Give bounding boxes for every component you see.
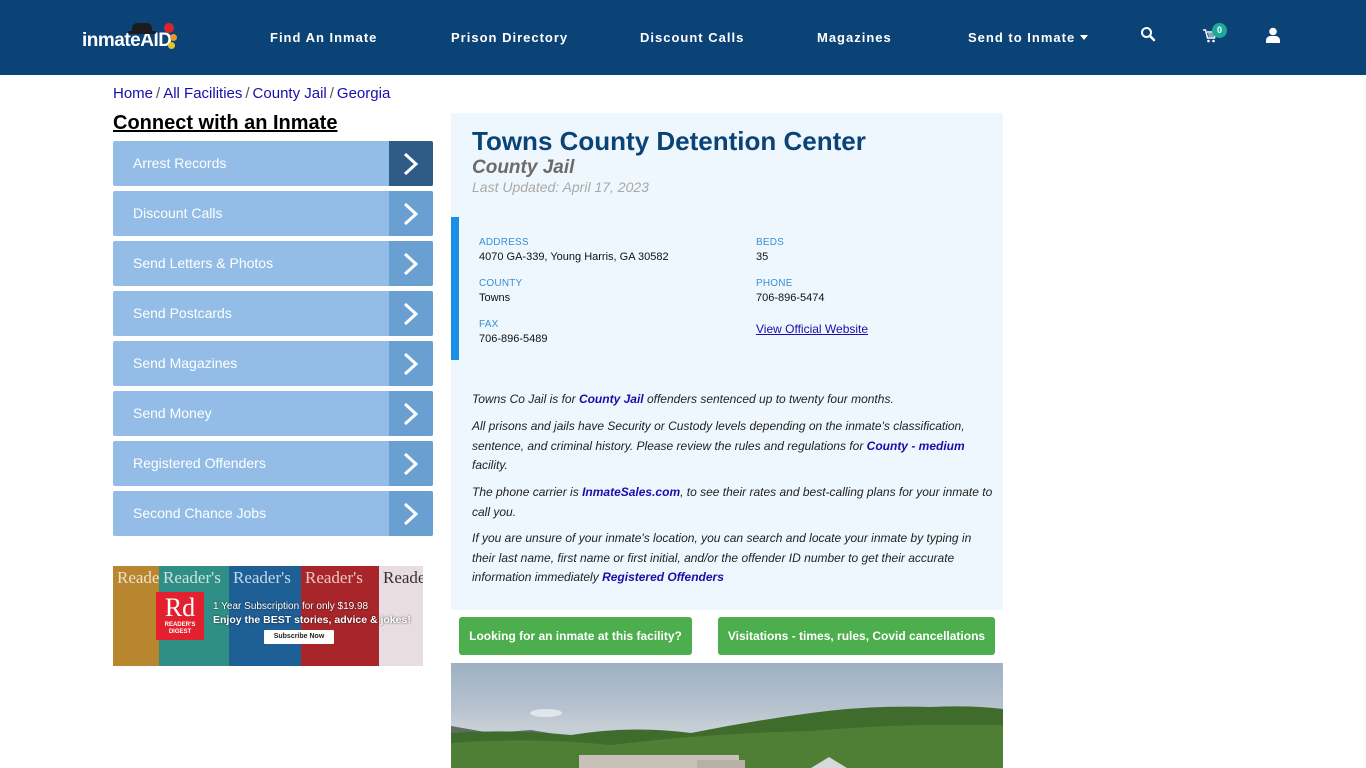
readers-digest-logo: Rd READER'S DIGEST <box>156 592 204 640</box>
desc-text: offenders sentenced up to twenty four mo… <box>643 392 894 406</box>
description-paragraph: Towns Co Jail is for County Jail offende… <box>472 390 997 410</box>
find-inmate-at-facility-button[interactable]: Looking for an inmate at this facility? <box>459 617 692 655</box>
nav-label: Prison Directory <box>451 30 569 45</box>
sidebar-item-label: Arrest Records <box>133 155 227 171</box>
breadcrumb-home[interactable]: Home <box>113 85 153 102</box>
nav-find-an-inmate[interactable]: Find An Inmate <box>270 30 377 45</box>
beds-value: 35 <box>756 251 769 263</box>
photo-landscape <box>451 706 1003 768</box>
autumn-leaf-icon <box>164 23 174 33</box>
chevron-right-icon <box>389 191 433 236</box>
inmatesales-link[interactable]: InmateSales.com <box>582 485 680 499</box>
logo-text: inmateAID <box>82 30 172 51</box>
sidebar-item-registered-offenders[interactable]: Registered Offenders <box>113 441 433 486</box>
county-value: Towns <box>479 292 511 304</box>
magazine-cover-image: Reader's <box>113 566 175 666</box>
nav-magazines[interactable]: Magazines <box>817 30 892 45</box>
sidebar-item-discount-calls[interactable]: Discount Calls <box>113 191 433 236</box>
description-paragraph: The phone carrier is InmateSales.com, to… <box>472 483 997 522</box>
nav-send-to-inmate[interactable]: Send to Inmate <box>968 30 1089 45</box>
breadcrumb-separator: / <box>245 85 250 102</box>
desc-text: The phone carrier is <box>472 485 583 499</box>
cover-title: Reader's <box>383 568 423 587</box>
address-value: 4070 GA-339, Young Harris, GA 30582 <box>479 251 669 263</box>
sidebar-item-label: Send Money <box>133 405 212 421</box>
description-paragraph: If you are unsure of your inmate's locat… <box>472 529 997 588</box>
county-medium-link[interactable]: County - medium <box>867 439 965 453</box>
chevron-right-icon <box>389 241 433 286</box>
desc-text: facility. <box>472 458 508 472</box>
beds-label: BEDS <box>756 237 785 248</box>
cart-count-badge: 0 <box>1212 23 1227 38</box>
facility-photo <box>451 663 1003 768</box>
ad-tagline: Enjoy the BEST stories, advice & jokes! <box>213 614 411 626</box>
desc-text: Towns Co Jail is for <box>472 392 579 406</box>
breadcrumb-separator: / <box>156 85 161 102</box>
search-icon[interactable] <box>1140 26 1160 46</box>
last-updated: Last Updated: April 17, 2023 <box>472 179 649 195</box>
chevron-right-icon <box>389 341 433 386</box>
sidebar-item-send-magazines[interactable]: Send Magazines <box>113 341 433 386</box>
sidebar-item-label: Send Postcards <box>133 305 232 321</box>
official-website-link[interactable]: View Official Website <box>756 322 868 336</box>
breadcrumb-all-facilities[interactable]: All Facilities <box>163 85 242 102</box>
pilgrim-hat-icon <box>128 23 156 34</box>
chevron-right-icon <box>389 391 433 436</box>
nav-label: Send to Inmate <box>968 30 1076 45</box>
sidebar-item-label: Send Letters & Photos <box>133 255 274 271</box>
cover-title: Reader's <box>233 568 291 587</box>
phone-label: PHONE <box>756 278 793 289</box>
cover-title: Reader's <box>305 568 363 587</box>
info-accent-bar <box>451 217 459 360</box>
chevron-right-icon <box>389 491 433 536</box>
facility-title: Towns County Detention Center <box>472 126 866 156</box>
address-label: ADDRESS <box>479 237 529 248</box>
subscribe-now-button[interactable]: Subscribe Now <box>264 630 334 644</box>
sidebar-item-arrest-records[interactable]: Arrest Records <box>113 141 433 186</box>
sidebar-heading: Connect with an Inmate <box>113 112 338 134</box>
rd-logo-subtext: READER'S DIGEST <box>164 622 196 635</box>
sidebar-item-second-chance-jobs[interactable]: Second Chance Jobs <box>113 491 433 536</box>
chevron-right-icon <box>389 141 433 186</box>
registered-offenders-link[interactable]: Registered Offenders <box>602 570 724 584</box>
facility-type: County Jail <box>472 157 575 178</box>
county-label: COUNTY <box>479 278 523 289</box>
top-navbar: inmateAID Find An Inmate Prison Director… <box>0 0 1366 75</box>
sidebar-item-send-letters-photos[interactable]: Send Letters & Photos <box>113 241 433 286</box>
description-paragraph: All prisons and jails have Security or C… <box>472 417 997 476</box>
chevron-right-icon <box>389 291 433 336</box>
autumn-leaf-icon <box>170 34 177 41</box>
breadcrumb-georgia[interactable]: Georgia <box>337 85 390 102</box>
cover-title: Reader's <box>163 568 221 587</box>
sidebar-item-label: Registered Offenders <box>133 455 266 471</box>
autumn-leaf-icon <box>168 42 175 49</box>
user-icon[interactable] <box>1266 27 1286 47</box>
nav-label: Find An Inmate <box>270 30 378 45</box>
chevron-right-icon <box>389 441 433 486</box>
breadcrumb-separator: / <box>329 85 334 102</box>
sidebar-item-label: Send Magazines <box>133 355 238 371</box>
breadcrumb: Home / All Facilities / County Jail / Georgia <box>113 85 390 102</box>
county-jail-link[interactable]: County Jail <box>579 392 644 406</box>
sidebar-item-send-money[interactable]: Send Money <box>113 391 433 436</box>
nav-discount-calls[interactable]: Discount Calls <box>640 30 744 45</box>
nav-prison-directory[interactable]: Prison Directory <box>451 30 568 45</box>
fax-label: FAX <box>479 319 499 330</box>
sidebar-item-label: Second Chance Jobs <box>133 505 267 521</box>
ad-offer-text: 1 Year Subscription for only $19.98 <box>213 601 369 612</box>
readers-digest-ad-banner[interactable]: Reader's Reader's Reader's Reader's Read… <box>113 566 423 666</box>
sidebar-item-label: Discount Calls <box>133 205 223 221</box>
inmateaid-logo[interactable]: inmateAID <box>82 20 182 54</box>
fax-value: 706-896-5489 <box>479 333 548 345</box>
nav-label: Magazines <box>817 30 892 45</box>
breadcrumb-county-jail[interactable]: County Jail <box>253 85 327 102</box>
caret-down-icon <box>1080 35 1089 40</box>
rd-logo-text: Rd <box>164 593 196 622</box>
phone-value: 706-896-5474 <box>756 292 825 304</box>
nav-label: Discount Calls <box>640 30 745 45</box>
sidebar-item-send-postcards[interactable]: Send Postcards <box>113 291 433 336</box>
visitations-button[interactable]: Visitations - times, rules, Covid cancel… <box>718 617 995 655</box>
